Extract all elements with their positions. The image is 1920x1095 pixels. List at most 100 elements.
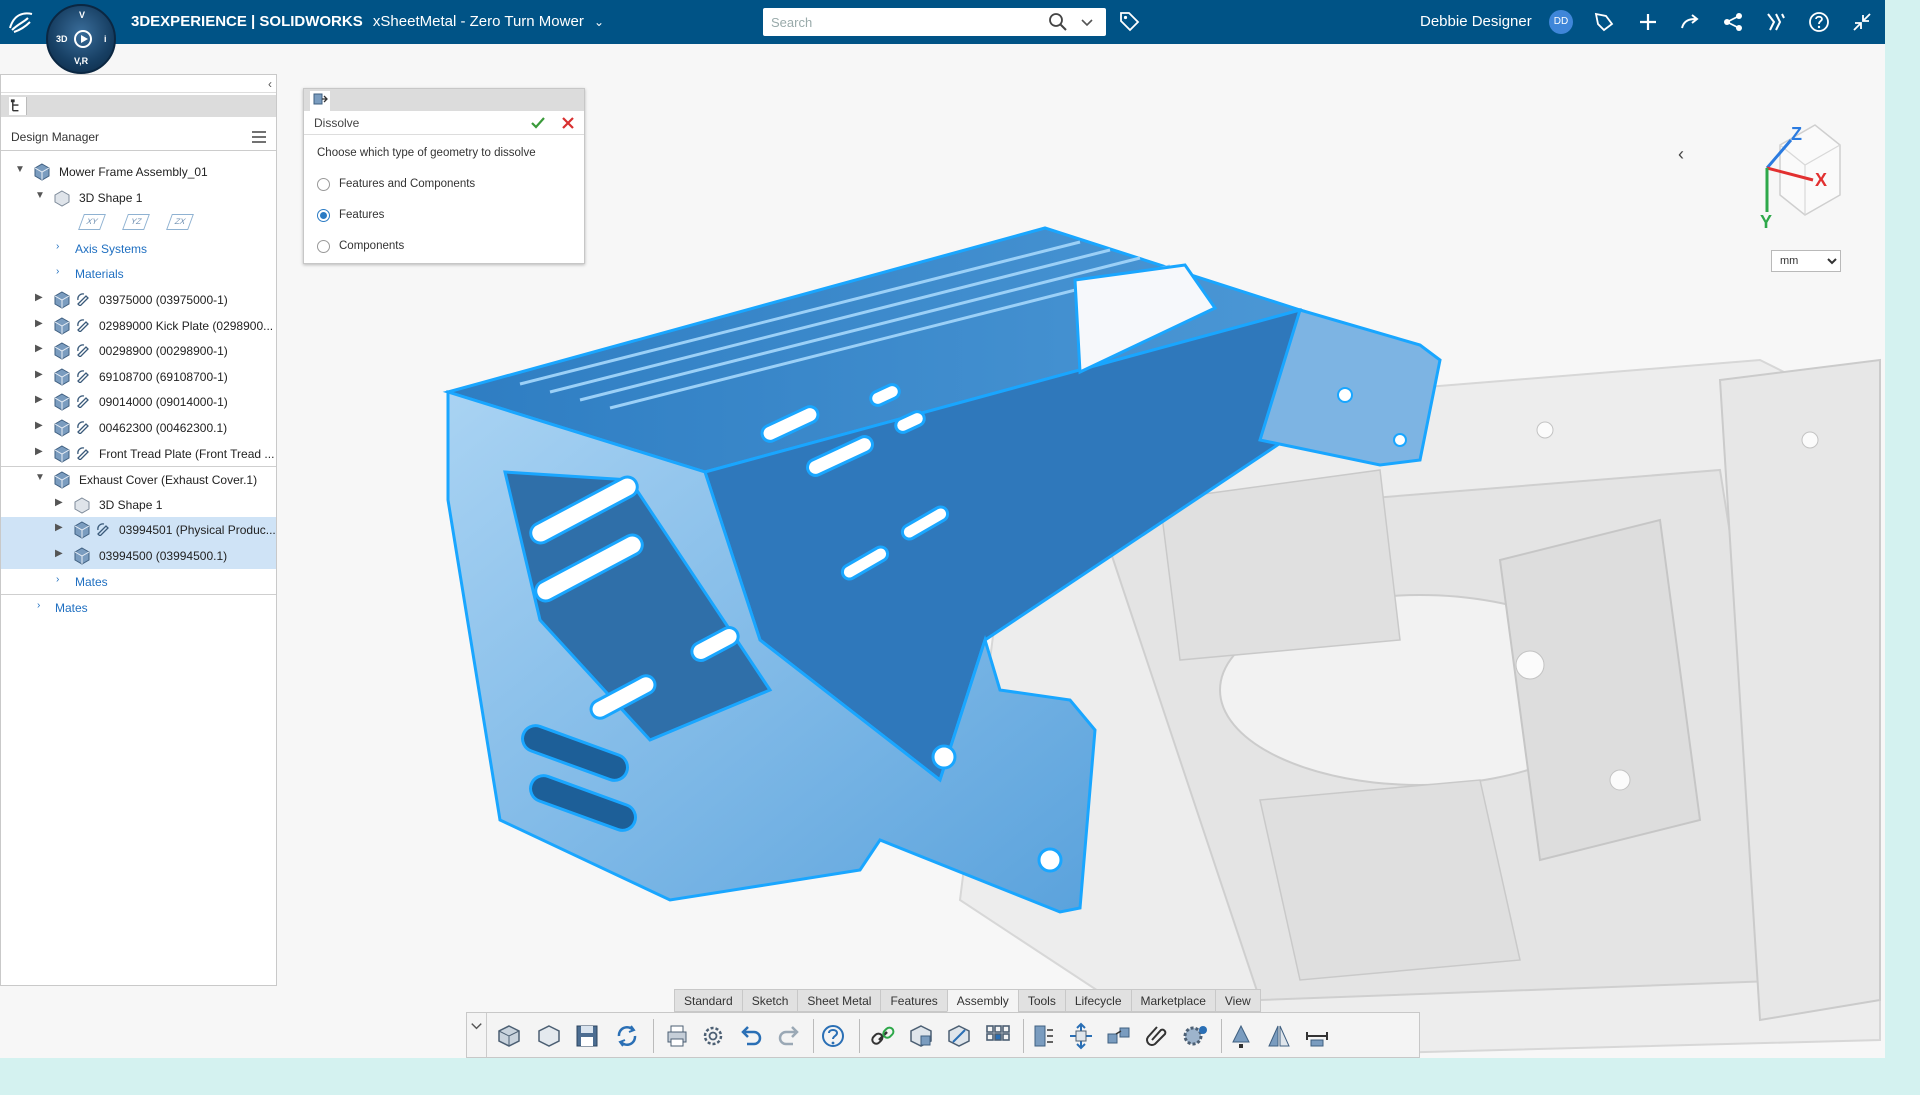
collapsed-arrow-icon[interactable]: ▶ [35, 420, 43, 431]
collapsed-arrow-icon[interactable]: ▶ [35, 446, 43, 457]
save-icon[interactable] [573, 1022, 601, 1050]
tree-node-3d-shape[interactable]: ▼ 3D Shape 1 [1, 185, 276, 211]
part-icon-1[interactable] [907, 1022, 935, 1050]
tag-icon[interactable] [1118, 10, 1140, 32]
help-icon[interactable] [1807, 10, 1831, 34]
undo-icon[interactable] [737, 1022, 765, 1050]
radio-button[interactable] [317, 240, 330, 253]
tree-node-part[interactable]: ▶ 00462300 (00462300.1) [1, 415, 276, 441]
plane-zx-icon[interactable]: ZX [166, 214, 194, 231]
tree-view-icon[interactable] [9, 97, 27, 115]
tab-features[interactable]: Features [880, 989, 947, 1012]
add-icon[interactable] [1636, 10, 1660, 34]
expand-arrow-icon[interactable]: ▼ [15, 164, 25, 175]
tree-node-part[interactable]: ▶ 02989000 Kick Plate (0298900... [1, 313, 276, 339]
redo-icon[interactable] [775, 1022, 803, 1050]
gear-assembly-icon[interactable] [1181, 1022, 1209, 1050]
chevron-down-icon[interactable] [467, 1013, 487, 1057]
chevron-right-icon[interactable]: › [56, 574, 59, 585]
tree-node-exhaust-cover[interactable]: ▼ Exhaust Cover (Exhaust Cover.1) [1, 466, 276, 492]
radio-button[interactable] [317, 178, 330, 191]
chevron-right-icon[interactable]: › [56, 241, 59, 252]
collapsed-arrow-icon[interactable]: ▶ [55, 522, 63, 533]
tree-node-part[interactable]: ▶ 09014000 (09014000-1) [1, 389, 276, 415]
chevron-right-icon[interactable]: › [37, 600, 40, 611]
insert-part-icon[interactable] [495, 1022, 523, 1050]
tree-node-root[interactable]: ▼ Mower Frame Assembly_01 [1, 159, 276, 185]
close-icon[interactable] [560, 115, 576, 131]
view-collapse-icon[interactable]: ‹ [1678, 144, 1684, 165]
tree-node-mates[interactable]: › Mates [1, 569, 276, 595]
panel-collapse-icon[interactable]: ‹ [268, 77, 272, 91]
collapsed-arrow-icon[interactable]: ▶ [35, 292, 43, 303]
fastener-icon[interactable] [1227, 1022, 1255, 1050]
compass-widget[interactable]: V 3D i V,R [46, 4, 116, 74]
apps-compass-icon[interactable] [1764, 10, 1788, 34]
tab-sheet-metal[interactable]: Sheet Metal [797, 989, 881, 1012]
tab-tools[interactable]: Tools [1017, 989, 1065, 1012]
mirror-icon[interactable] [1265, 1022, 1293, 1050]
dassault-logo-icon[interactable] [6, 6, 36, 36]
tree-node-planes[interactable]: XY YZ ZX [1, 210, 276, 236]
forward-share-icon[interactable] [1678, 10, 1702, 34]
explode-icon[interactable] [1105, 1022, 1133, 1050]
part-icon-2[interactable] [945, 1022, 973, 1050]
tree-node-part-selected[interactable]: ▶ 03994500 (03994500.1) [1, 542, 276, 569]
measure-icon[interactable] [1303, 1022, 1331, 1050]
plane-yz-icon[interactable]: YZ [122, 214, 150, 231]
flexible-icon[interactable] [1029, 1022, 1057, 1050]
expand-arrow-icon[interactable]: ▼ [35, 190, 45, 201]
chevron-down-icon[interactable]: ⌄ [594, 15, 604, 29]
dissolve-command-icon[interactable] [310, 91, 330, 111]
collapsed-arrow-icon[interactable]: ▶ [35, 369, 43, 380]
print-icon[interactable] [663, 1022, 691, 1050]
new-part-icon[interactable] [535, 1022, 563, 1050]
network-share-icon[interactable] [1721, 10, 1745, 34]
search-dropdown-icon[interactable] [1079, 14, 1095, 30]
axis-triad[interactable]: Z X Y [1735, 100, 1850, 230]
tab-view[interactable]: View [1214, 989, 1261, 1012]
user-name[interactable]: Debbie Designer [1420, 13, 1532, 30]
expand-arrow-icon[interactable]: ▼ [35, 472, 45, 483]
tree-node-axis-systems[interactable]: › Axis Systems [1, 236, 276, 262]
chevron-right-icon[interactable]: › [56, 266, 59, 277]
search-input[interactable] [771, 12, 1041, 32]
move-component-icon[interactable] [1067, 1022, 1095, 1050]
app-title[interactable]: 3DEXPERIENCE | SOLIDWORKS xSheetMetal - … [131, 13, 604, 30]
paperclip-icon[interactable] [1143, 1022, 1171, 1050]
tab-marketplace[interactable]: Marketplace [1130, 989, 1215, 1012]
search-box [763, 8, 1106, 36]
collapsed-arrow-icon[interactable]: ▶ [55, 548, 63, 559]
help-icon[interactable] [819, 1022, 847, 1050]
unit-select[interactable]: mm [1771, 250, 1841, 272]
collapsed-arrow-icon[interactable]: ▶ [55, 497, 63, 508]
collapsed-arrow-icon[interactable]: ▶ [35, 318, 43, 329]
tree-node-part[interactable]: ▶ Front Tread Plate (Front Tread ... [1, 441, 276, 467]
tree-node-part[interactable]: ▶ 69108700 (69108700-1) [1, 364, 276, 390]
plane-xy-icon[interactable]: XY [78, 214, 106, 231]
tree-node-3d-shape[interactable]: ▶ 3D Shape 1 [1, 492, 276, 518]
rebuild-icon[interactable] [613, 1022, 641, 1050]
tree-node-part[interactable]: ▶ 00298900 (00298900-1) [1, 338, 276, 364]
search-icon[interactable] [1048, 12, 1068, 32]
share-tag-icon[interactable] [1592, 10, 1616, 34]
tab-standard[interactable]: Standard [674, 989, 742, 1012]
tab-lifecycle[interactable]: Lifecycle [1064, 989, 1131, 1012]
tree-node-mates-root[interactable]: › Mates [1, 594, 276, 620]
collapsed-arrow-icon[interactable]: ▶ [35, 343, 43, 354]
collapsed-arrow-icon[interactable]: ▶ [35, 394, 43, 405]
hamburger-menu-icon[interactable] [252, 131, 266, 143]
part-cube-icon [54, 393, 70, 411]
link-chain-icon[interactable] [869, 1022, 897, 1050]
check-icon[interactable] [530, 115, 546, 131]
pattern-icon[interactable] [983, 1022, 1011, 1050]
tab-assembly[interactable]: Assembly [946, 989, 1018, 1012]
radio-button-selected[interactable] [317, 209, 330, 222]
tree-node-materials[interactable]: › Materials [1, 261, 276, 287]
collapse-window-icon[interactable] [1850, 10, 1874, 34]
tree-node-part[interactable]: ▶ 03975000 (03975000-1) [1, 287, 276, 313]
options-gear-icon[interactable] [699, 1022, 727, 1050]
avatar[interactable]: DD [1549, 10, 1573, 34]
tab-sketch[interactable]: Sketch [741, 989, 798, 1012]
tree-node-part-selected[interactable]: ▶ 03994501 (Physical Produc... [1, 517, 276, 543]
